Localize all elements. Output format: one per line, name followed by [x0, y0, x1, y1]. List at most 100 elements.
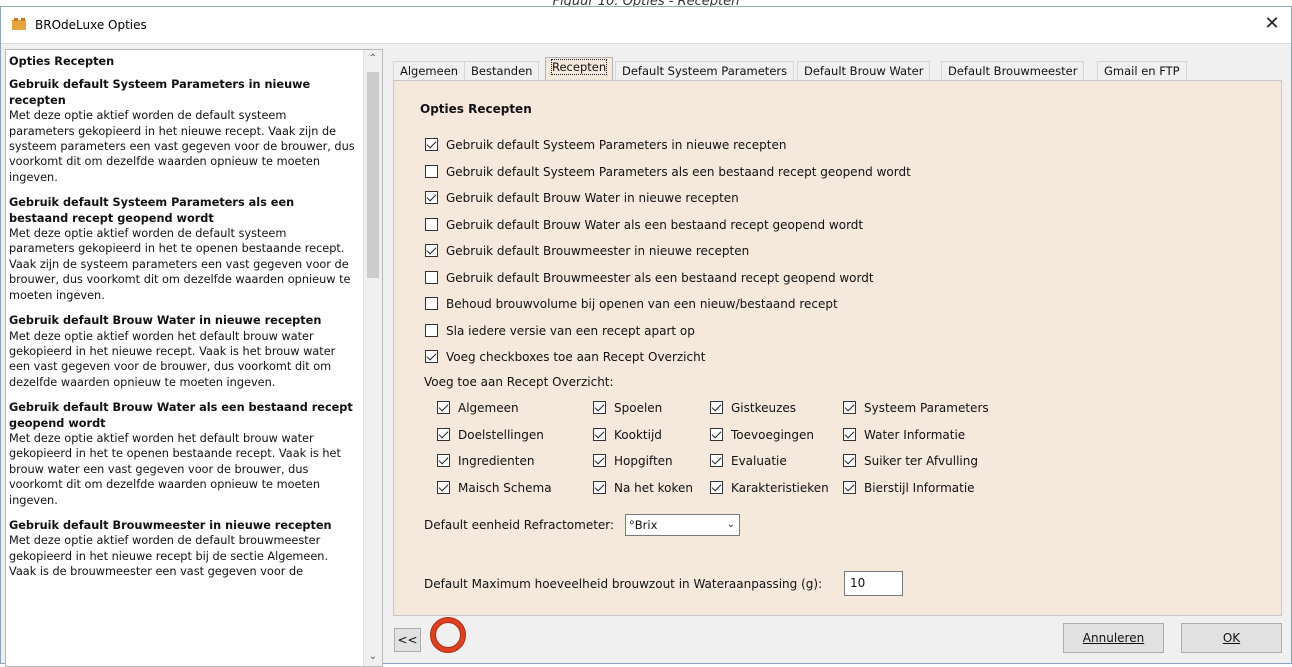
- option-checkbox[interactable]: Gebruik default Brouwmeester als een bes…: [425, 270, 874, 288]
- unchecked-box-icon[interactable]: [425, 217, 438, 231]
- scroll-thumb[interactable]: [367, 72, 379, 278]
- overview-checkbox[interactable]: Maisch Schema: [437, 480, 552, 498]
- help-scrollbar[interactable]: ⌃ ⌄: [363, 50, 382, 666]
- unchecked-box-icon[interactable]: [425, 270, 438, 284]
- option-checkbox[interactable]: Sla iedere versie van een recept apart o…: [425, 323, 695, 341]
- option-checkbox[interactable]: Gebruik default Systeem Parameters als e…: [425, 164, 911, 182]
- checked-box-icon[interactable]: [437, 480, 450, 494]
- overview-label-item: Ingredienten: [458, 454, 535, 468]
- checked-box-icon[interactable]: [593, 454, 606, 467]
- overview-checkbox[interactable]: Kooktijd: [593, 427, 662, 445]
- tab-default-brouw-water[interactable]: Default Brouw Water: [797, 61, 931, 80]
- scroll-down-icon[interactable]: ⌄: [364, 648, 382, 666]
- ok-button[interactable]: OK: [1181, 623, 1282, 653]
- overview-checkbox[interactable]: Na het koken: [593, 480, 693, 498]
- overview-checkbox[interactable]: Systeem Parameters: [843, 400, 989, 418]
- checked-box-icon[interactable]: [843, 480, 856, 494]
- checked-box-icon[interactable]: [425, 138, 438, 151]
- checked-box-icon[interactable]: [710, 454, 723, 467]
- checked-box-icon[interactable]: [437, 427, 450, 441]
- help-section-title: Gebruik default Brouw Water als een best…: [9, 401, 353, 430]
- tab-default-brouwmeester[interactable]: Default Brouwmeester: [941, 61, 1085, 80]
- cancel-button[interactable]: Annuleren: [1063, 623, 1164, 653]
- tab-label: Gmail en FTP: [1104, 64, 1180, 78]
- option-checkbox[interactable]: Voeg checkboxes toe aan Recept Overzicht: [425, 349, 705, 367]
- overview-label-item: Karakteristieken: [731, 480, 829, 495]
- checked-box-icon[interactable]: [710, 480, 723, 494]
- checked-box-icon[interactable]: [843, 427, 856, 441]
- checked-box-icon[interactable]: [710, 427, 723, 441]
- refractometer-value: °Brix: [629, 518, 658, 532]
- brewsalt-label: Default Maximum hoeveelheid brouwzout in…: [424, 577, 823, 591]
- overview-label: Voeg toe aan Recept Overzicht:: [424, 375, 614, 389]
- overview-checkbox[interactable]: Spoelen: [593, 400, 662, 418]
- overview-label-item: Doelstellingen: [458, 427, 544, 442]
- close-icon[interactable]: ✕: [1261, 12, 1283, 36]
- option-checkbox[interactable]: Gebruik default Systeem Parameters in ni…: [425, 137, 786, 155]
- overview-checkbox[interactable]: Algemeen: [437, 400, 519, 418]
- checked-box-icon[interactable]: [593, 401, 606, 414]
- option-checkbox[interactable]: Behoud brouwvolume bij openen van een ni…: [425, 296, 838, 314]
- chevron-down-icon: ⌄: [726, 519, 735, 530]
- help-section-title: Gebruik default Brouw Water in nieuwe re…: [9, 314, 322, 328]
- overview-checkbox[interactable]: Toevoegingen: [710, 427, 814, 445]
- help-section-body: Met deze optie aktief worden het default…: [9, 329, 336, 389]
- overview-checkbox[interactable]: Bierstijl Informatie: [843, 480, 975, 498]
- checked-box-icon[interactable]: [425, 244, 438, 257]
- overview-checkbox[interactable]: Gistkeuzes: [710, 400, 796, 418]
- tab-recepten[interactable]: Recepten: [545, 57, 614, 81]
- overview-label-item: Maisch Schema: [458, 480, 552, 495]
- option-label: Behoud brouwvolume bij openen van een ni…: [446, 297, 838, 311]
- overview-checkbox[interactable]: Hopgiften: [593, 453, 673, 471]
- help-heading: Opties Recepten: [9, 55, 115, 68]
- recepten-panel: Opties Recepten Gebruik default Systeem …: [393, 80, 1282, 616]
- help-section-body: Met deze optie aktief worden de default …: [9, 227, 351, 302]
- checked-box-icon[interactable]: [843, 401, 856, 414]
- help-section-title: Gebruik default Systeem Parameters als e…: [9, 196, 295, 225]
- refractometer-label: Default eenheid Refractometer:: [424, 518, 615, 532]
- help-section-body: Met deze optie aktief worden het default…: [9, 431, 341, 507]
- option-checkbox[interactable]: Gebruik default Brouwmeester in nieuwe r…: [425, 243, 749, 261]
- option-label: Gebruik default Brouw Water in nieuwe re…: [446, 191, 739, 205]
- refractometer-select[interactable]: °Brix ⌄: [625, 514, 740, 536]
- unchecked-box-icon[interactable]: [425, 164, 438, 178]
- overview-label-item: Suiker ter Afvulling: [864, 454, 978, 468]
- overview-label-item: Hopgiften: [614, 454, 673, 468]
- tab-default-systeem-parameters[interactable]: Default Systeem Parameters: [615, 61, 795, 80]
- option-label: Voeg checkboxes toe aan Recept Overzicht: [446, 350, 706, 364]
- overview-checkbox[interactable]: Water Informatie: [843, 427, 965, 445]
- overview-label-item: Systeem Parameters: [864, 401, 989, 415]
- tab-bestanden[interactable]: Bestanden: [464, 61, 540, 80]
- option-checkbox[interactable]: Gebruik default Brouw Water in nieuwe re…: [425, 190, 739, 208]
- brewsalt-input[interactable]: 10: [844, 571, 903, 596]
- unchecked-box-icon[interactable]: [425, 323, 438, 337]
- checked-box-icon[interactable]: [593, 427, 606, 441]
- checked-box-icon[interactable]: [593, 480, 606, 494]
- tab-label: Bestanden: [471, 64, 533, 78]
- overview-checkbox[interactable]: Suiker ter Afvulling: [843, 453, 978, 471]
- checked-box-icon[interactable]: [710, 401, 723, 414]
- overview-checkbox[interactable]: Doelstellingen: [437, 427, 544, 445]
- tab-algemeen[interactable]: Algemeen: [393, 61, 466, 80]
- checked-box-icon[interactable]: [437, 401, 450, 414]
- overview-label-item: Na het koken: [614, 480, 694, 495]
- checked-box-icon[interactable]: [437, 454, 450, 467]
- help-section: Gebruik default Brouw Water in nieuwe re…: [9, 313, 355, 390]
- checked-box-icon[interactable]: [425, 191, 438, 204]
- overview-checkbox[interactable]: Evaluatie: [710, 453, 787, 471]
- window-title: BROdeLuxe Opties: [35, 18, 147, 32]
- checked-box-icon[interactable]: [843, 454, 856, 467]
- option-label: Gebruik default Brouw Water als een best…: [446, 217, 864, 232]
- back-button[interactable]: <<: [394, 628, 421, 652]
- tab-label: Recepten: [550, 59, 608, 75]
- unchecked-box-icon[interactable]: [425, 297, 438, 310]
- option-checkbox[interactable]: Gebruik default Brouw Water als een best…: [425, 217, 863, 235]
- help-section-body: Met deze optie aktief worden de default …: [9, 534, 329, 579]
- help-section: Gebruik default Brouwmeester in nieuwe r…: [9, 518, 355, 580]
- checked-box-icon[interactable]: [425, 350, 438, 363]
- lifebuoy-icon[interactable]: [429, 616, 467, 654]
- overview-checkbox[interactable]: Ingredienten: [437, 453, 534, 471]
- tab-gmail-en-ftp[interactable]: Gmail en FTP: [1097, 61, 1187, 80]
- overview-checkbox[interactable]: Karakteristieken: [710, 480, 829, 498]
- scroll-up-icon[interactable]: ⌃: [364, 50, 382, 68]
